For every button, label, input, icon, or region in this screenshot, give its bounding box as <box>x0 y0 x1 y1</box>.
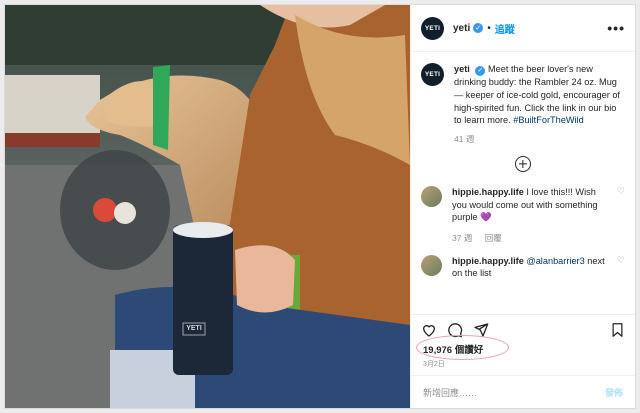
reply-button[interactable]: 回覆 <box>485 233 502 243</box>
author-avatar[interactable]: YETI <box>421 16 444 40</box>
verified-icon: ✓ <box>473 23 484 33</box>
caption-avatar[interactable]: YETI <box>421 63 444 86</box>
likes-count[interactable]: 19,976 個讚好 <box>423 342 483 356</box>
post-header: YETI yeti ✓ • 追蹤 ••• <box>411 5 635 52</box>
hashtag-link[interactable]: #BuiltForTheWild <box>513 115 583 125</box>
comment-body: hippie.happy.life I love this!!! Wish yo… <box>452 186 625 245</box>
post-sidebar: YETI yeti ✓ • 追蹤 ••• YETI yeti ✓ Meet th… <box>410 5 635 408</box>
comment-body: hippie.happy.life @alanbarrier3 next on … <box>452 255 625 280</box>
comments-list[interactable]: YETI yeti ✓ Meet the beer lover's new dr… <box>411 63 635 313</box>
mug-logo: YETI <box>186 325 202 332</box>
comment-username[interactable]: hippie.happy.life <box>452 187 524 197</box>
load-more-icon[interactable] <box>515 155 531 172</box>
post-button[interactable]: 發佈 <box>605 386 623 399</box>
post-photo-image <box>5 5 410 408</box>
add-comment-bar: 新增回應…… 發佈 <box>411 375 635 408</box>
comment-username[interactable]: hippie.happy.life <box>452 256 524 266</box>
author-username[interactable]: yeti <box>453 23 470 34</box>
caption-age: 41 週 <box>454 134 475 145</box>
caption-verified-icon: ✓ <box>475 66 486 77</box>
post-dialog: YETI YETI yeti ✓ • 追蹤 ••• YETI yeti ✓ Me… <box>4 4 636 409</box>
comment-like-icon[interactable]: ♡ <box>617 186 625 197</box>
comment-avatar[interactable] <box>421 185 442 207</box>
post-date: 3月2日 <box>423 361 445 368</box>
caption-body: yeti ✓ Meet the beer lover's new drinkin… <box>454 63 625 146</box>
comment-input[interactable]: 新增回應…… <box>423 386 477 399</box>
caption: YETI yeti ✓ Meet the beer lover's new dr… <box>411 63 635 146</box>
comment-avatar[interactable] <box>421 254 442 276</box>
comment-age: 37 週 <box>452 232 473 243</box>
post-photo: YETI <box>5 5 410 408</box>
like-icon[interactable] <box>421 322 437 338</box>
caption-username[interactable]: yeti <box>454 64 470 74</box>
caption-meta: 41 週 <box>454 133 625 146</box>
comment-item: hippie.happy.life @alanbarrier3 next on … <box>411 254 635 280</box>
follow-button[interactable]: 追蹤 <box>495 21 515 36</box>
comment-meta: 37 週 回覆 <box>452 232 605 245</box>
more-icon[interactable]: ••• <box>607 21 625 35</box>
bookmark-icon[interactable] <box>610 322 625 338</box>
comment-mention[interactable]: @alanbarrier3 <box>526 256 584 266</box>
comment-item: hippie.happy.life I love this!!! Wish yo… <box>411 185 635 245</box>
comment-like-icon[interactable]: ♡ <box>617 255 625 266</box>
load-more <box>411 155 635 172</box>
